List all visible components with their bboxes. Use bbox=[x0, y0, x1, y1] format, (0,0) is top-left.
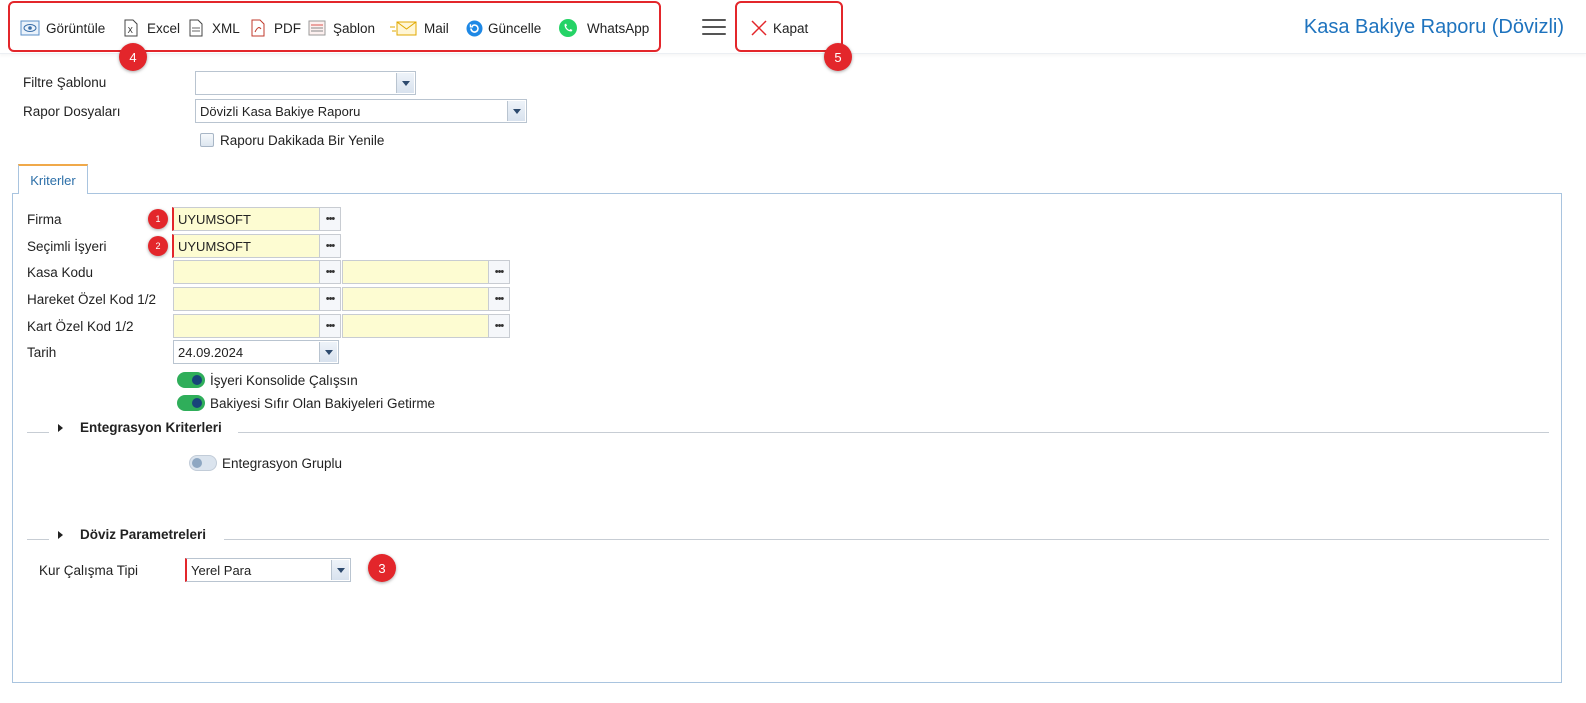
section-divider bbox=[27, 432, 49, 433]
currency-section-title[interactable]: Döviz Parametreleri bbox=[80, 527, 206, 542]
cash-code-from-field[interactable] bbox=[173, 260, 320, 284]
card-code-1-field[interactable] bbox=[173, 314, 320, 338]
movement-code-1-field[interactable] bbox=[173, 287, 320, 311]
movement-code-2-field[interactable] bbox=[342, 287, 489, 311]
step-badge-1: 1 bbox=[148, 209, 168, 229]
integration-section-title[interactable]: Entegrasyon Kriterleri bbox=[80, 420, 222, 435]
card-code-2-lookup-button[interactable]: ••• bbox=[488, 314, 510, 338]
chevron-down-icon[interactable] bbox=[331, 560, 349, 580]
cash-code-to-field[interactable] bbox=[342, 260, 489, 284]
section-divider bbox=[238, 432, 1549, 433]
step-badge-4: 4 bbox=[119, 43, 147, 71]
card-code-2-field[interactable] bbox=[342, 314, 489, 338]
report-files-select[interactable]: Dövizli Kasa Bakiye Raporu bbox=[195, 99, 527, 123]
step-badge-2: 2 bbox=[148, 236, 168, 256]
report-files-value: Dövizli Kasa Bakiye Raporu bbox=[200, 103, 361, 119]
refresh-minute-label: Raporu Dakikada Bir Yenile bbox=[220, 133, 385, 148]
chevron-down-icon[interactable] bbox=[507, 101, 525, 121]
menu-icon[interactable] bbox=[702, 19, 726, 37]
firm-field[interactable]: UYUMSOFT bbox=[172, 207, 320, 231]
movement-code-label: Hareket Özel Kod 1/2 bbox=[27, 292, 157, 307]
branch-label: Seçimli İşyeri bbox=[27, 239, 107, 254]
close-highlight bbox=[735, 1, 843, 52]
section-divider bbox=[27, 539, 49, 540]
branch-lookup-button[interactable]: ••• bbox=[319, 234, 341, 258]
card-code-label: Kart Özel Kod 1/2 bbox=[27, 319, 134, 334]
date-label: Tarih bbox=[27, 345, 57, 360]
movement-code-2-lookup-button[interactable]: ••• bbox=[488, 287, 510, 311]
page-title: Kasa Bakiye Raporu (Dövizli) bbox=[1303, 16, 1564, 38]
refresh-minute-checkbox[interactable] bbox=[200, 133, 214, 147]
section-divider bbox=[224, 539, 1549, 540]
cash-code-from-lookup-button[interactable]: ••• bbox=[319, 260, 341, 284]
date-picker[interactable]: 24.09.2024 bbox=[173, 340, 339, 364]
filter-template-select[interactable] bbox=[195, 71, 416, 95]
zero-balance-label: Bakiyesi Sıfır Olan Bakiyeleri Getirme bbox=[210, 396, 436, 411]
consolidate-toggle[interactable] bbox=[177, 372, 205, 388]
zero-balance-toggle[interactable] bbox=[177, 395, 205, 411]
consolidate-label: İşyeri Konsolide Çalışsın bbox=[210, 373, 358, 388]
report-files-label: Rapor Dosyaları bbox=[23, 104, 121, 119]
date-value: 24.09.2024 bbox=[178, 344, 244, 360]
rate-type-value: Yerel Para bbox=[191, 562, 252, 578]
firm-lookup-button[interactable]: ••• bbox=[319, 207, 341, 231]
card-code-1-lookup-button[interactable]: ••• bbox=[319, 314, 341, 338]
movement-code-1-lookup-button[interactable]: ••• bbox=[319, 287, 341, 311]
chevron-down-icon[interactable] bbox=[319, 342, 337, 362]
caret-right-icon[interactable] bbox=[58, 424, 63, 432]
branch-field[interactable]: UYUMSOFT bbox=[172, 234, 320, 258]
rate-type-label: Kur Çalışma Tipi bbox=[39, 563, 139, 578]
cash-code-to-lookup-button[interactable]: ••• bbox=[488, 260, 510, 284]
step-badge-5: 5 bbox=[824, 43, 852, 71]
firm-label: Firma bbox=[27, 212, 62, 227]
toolbar-highlight bbox=[8, 1, 661, 52]
tab-criteria[interactable]: Kriterler bbox=[18, 164, 88, 194]
firm-value: UYUMSOFT bbox=[178, 211, 251, 227]
cash-code-label: Kasa Kodu bbox=[27, 265, 94, 280]
chevron-down-icon[interactable] bbox=[396, 73, 414, 93]
branch-value: UYUMSOFT bbox=[178, 238, 251, 254]
step-badge-3: 3 bbox=[368, 554, 396, 582]
integration-group-label: Entegrasyon Gruplu bbox=[222, 456, 343, 471]
integration-group-toggle[interactable] bbox=[189, 455, 217, 471]
caret-right-icon[interactable] bbox=[58, 531, 63, 539]
rate-type-select[interactable]: Yerel Para bbox=[185, 558, 351, 582]
filter-template-label: Filtre Şablonu bbox=[23, 75, 107, 90]
